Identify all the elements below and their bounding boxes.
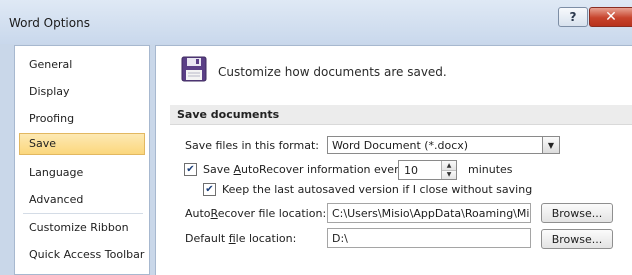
- spinner-buttons: ▲ ▼: [441, 161, 456, 179]
- sidebar-item-customize-ribbon[interactable]: Customize Ribbon: [19, 217, 145, 239]
- help-button[interactable]: ?: [558, 7, 588, 27]
- autorecover-label: Save AutoRecover information every: [203, 163, 406, 176]
- sidebar: General Display Proofing Save Language A…: [14, 45, 150, 275]
- autorecover-minutes-spinner[interactable]: 10 ▲ ▼: [398, 160, 457, 180]
- sidebar-divider: [23, 213, 143, 214]
- save-format-dropdown[interactable]: Word Document (*.docx) ▼: [327, 136, 560, 154]
- floppy-disk-icon: [181, 56, 207, 82]
- sidebar-item-save[interactable]: Save: [19, 133, 145, 155]
- default-location-input[interactable]: D:\: [327, 228, 531, 248]
- keep-last-autosaved-label: Keep the last autosaved version if I clo…: [222, 183, 533, 196]
- minutes-label: minutes: [468, 163, 513, 176]
- autorecover-browse-button[interactable]: Browse...: [541, 203, 613, 223]
- autorecover-location-value: C:\Users\Misio\AppData\Roaming\Micr: [332, 207, 531, 220]
- close-button[interactable]: ✕: [589, 7, 632, 27]
- checkmark-icon: ✔: [186, 163, 195, 175]
- checkmark-icon: ✔: [205, 183, 214, 195]
- sidebar-item-general[interactable]: General: [19, 54, 145, 76]
- default-location-value: D:\: [332, 232, 348, 245]
- default-location-browse-button[interactable]: Browse...: [541, 229, 613, 249]
- save-format-label: Save files in this format:: [185, 139, 319, 152]
- chevron-down-icon[interactable]: ▼: [542, 137, 559, 153]
- title-bar: Word Options ? ✕: [0, 0, 632, 44]
- save-format-value: Word Document (*.docx): [332, 139, 469, 152]
- autorecover-location-input[interactable]: C:\Users\Misio\AppData\Roaming\Micr: [327, 203, 531, 223]
- sidebar-item-display[interactable]: Display: [19, 81, 145, 103]
- page-heading: Customize how documents are saved.: [218, 65, 447, 79]
- autorecover-minutes-value: 10: [404, 164, 418, 177]
- sidebar-item-quick-access-toolbar[interactable]: Quick Access Toolbar: [19, 244, 145, 266]
- sidebar-item-proofing[interactable]: Proofing: [19, 108, 145, 130]
- spin-up-icon[interactable]: ▲: [442, 161, 456, 171]
- default-location-label: Default file location:: [185, 232, 297, 245]
- autorecover-checkbox[interactable]: ✔: [184, 163, 197, 176]
- window-title: Word Options: [9, 16, 90, 30]
- main-panel: Customize how documents are saved. Save …: [155, 45, 632, 275]
- section-save-documents: Save documents: [170, 105, 632, 125]
- sidebar-item-advanced[interactable]: Advanced: [19, 189, 145, 211]
- sidebar-item-language[interactable]: Language: [19, 162, 145, 184]
- help-icon: ?: [569, 10, 577, 24]
- spin-down-icon[interactable]: ▼: [442, 170, 456, 179]
- autorecover-location-label: AutoRecover file location:: [185, 207, 327, 220]
- keep-last-autosaved-checkbox[interactable]: ✔: [203, 183, 216, 196]
- close-icon: ✕: [605, 9, 617, 25]
